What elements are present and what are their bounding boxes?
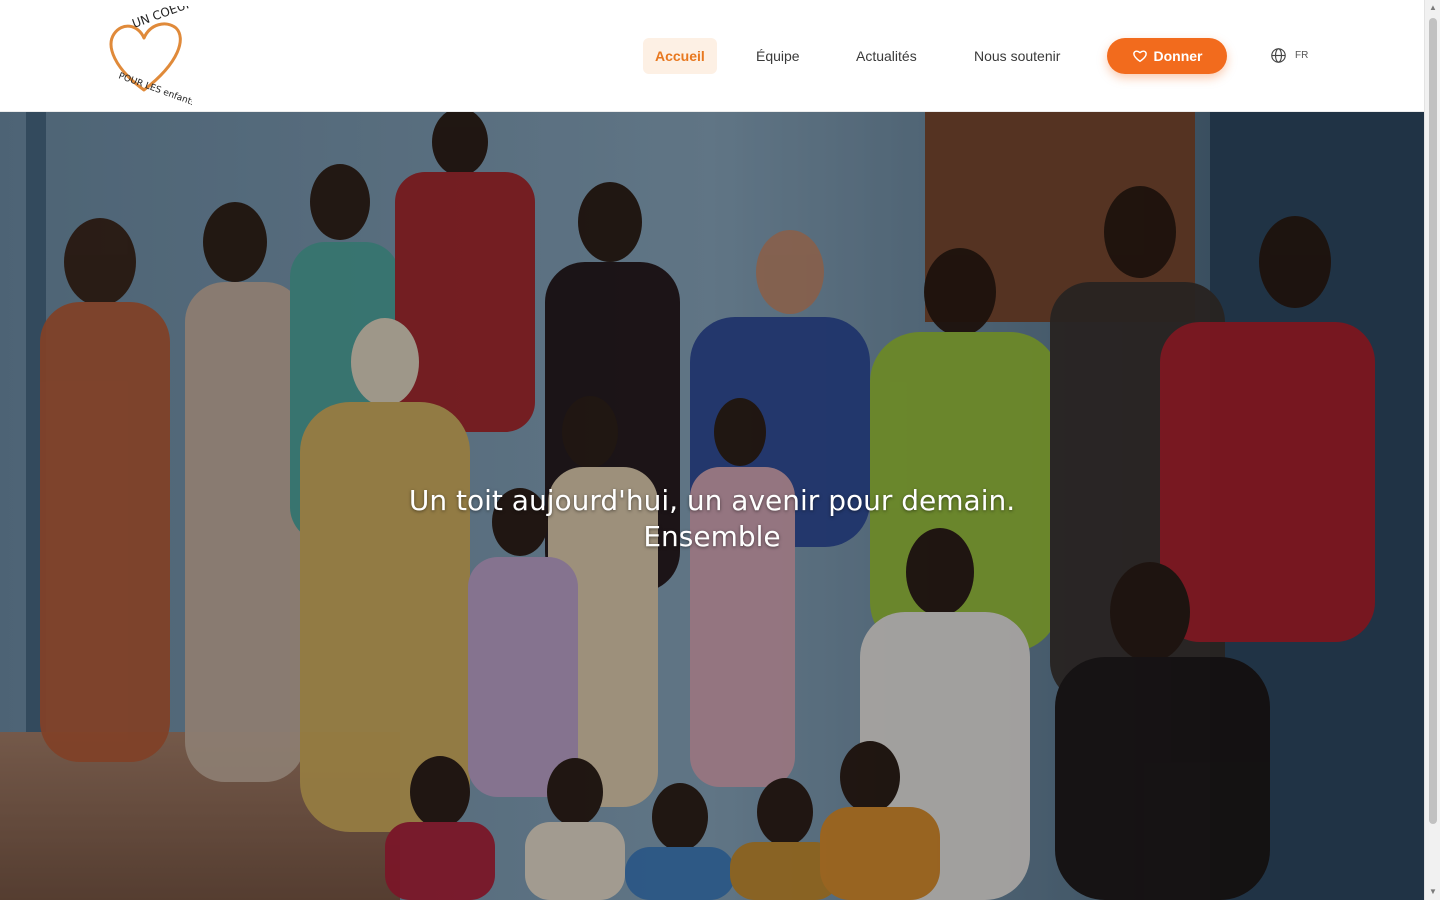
scrollbar[interactable]: ▲ ▼: [1424, 0, 1440, 900]
page: UN COEUR POUR LES enfants Accueil Équipe…: [0, 0, 1440, 900]
nav-item-accueil[interactable]: Accueil: [643, 38, 717, 74]
language-switcher[interactable]: FR: [1270, 47, 1308, 64]
heart-icon: [1132, 50, 1147, 63]
donate-button[interactable]: Donner: [1107, 38, 1227, 74]
nav-item-actualites[interactable]: Actualités: [844, 38, 929, 74]
scroll-thumb[interactable]: [1429, 18, 1437, 824]
globe-icon: [1271, 48, 1286, 63]
logo-text-top: UN COEUR: [130, 6, 192, 31]
hero-title-line1: Un toit aujourd'hui, un avenir pour dema…: [408, 483, 1016, 517]
nav-item-nous-soutenir[interactable]: Nous soutenir: [962, 38, 1072, 74]
logo-text-bottom: POUR LES enfants: [117, 71, 192, 106]
main-nav: Accueil Équipe Actualités Nous soutenir …: [0, 38, 1424, 76]
site-header: UN COEUR POUR LES enfants Accueil Équipe…: [0, 0, 1424, 112]
donate-label: Donner: [1153, 48, 1203, 64]
arrow-down-icon[interactable]: ▼: [1425, 884, 1440, 900]
arrow-up-icon[interactable]: ▲: [1425, 0, 1440, 16]
hero-section: Un toit aujourd'hui, un avenir pour dema…: [0, 112, 1424, 900]
hero-title-line2: Ensemble: [643, 519, 781, 553]
language-label: FR: [1295, 50, 1309, 61]
nav-item-equipe[interactable]: Équipe: [744, 38, 812, 74]
hero-title: Un toit aujourd'hui, un avenir pour dema…: [0, 483, 1424, 555]
